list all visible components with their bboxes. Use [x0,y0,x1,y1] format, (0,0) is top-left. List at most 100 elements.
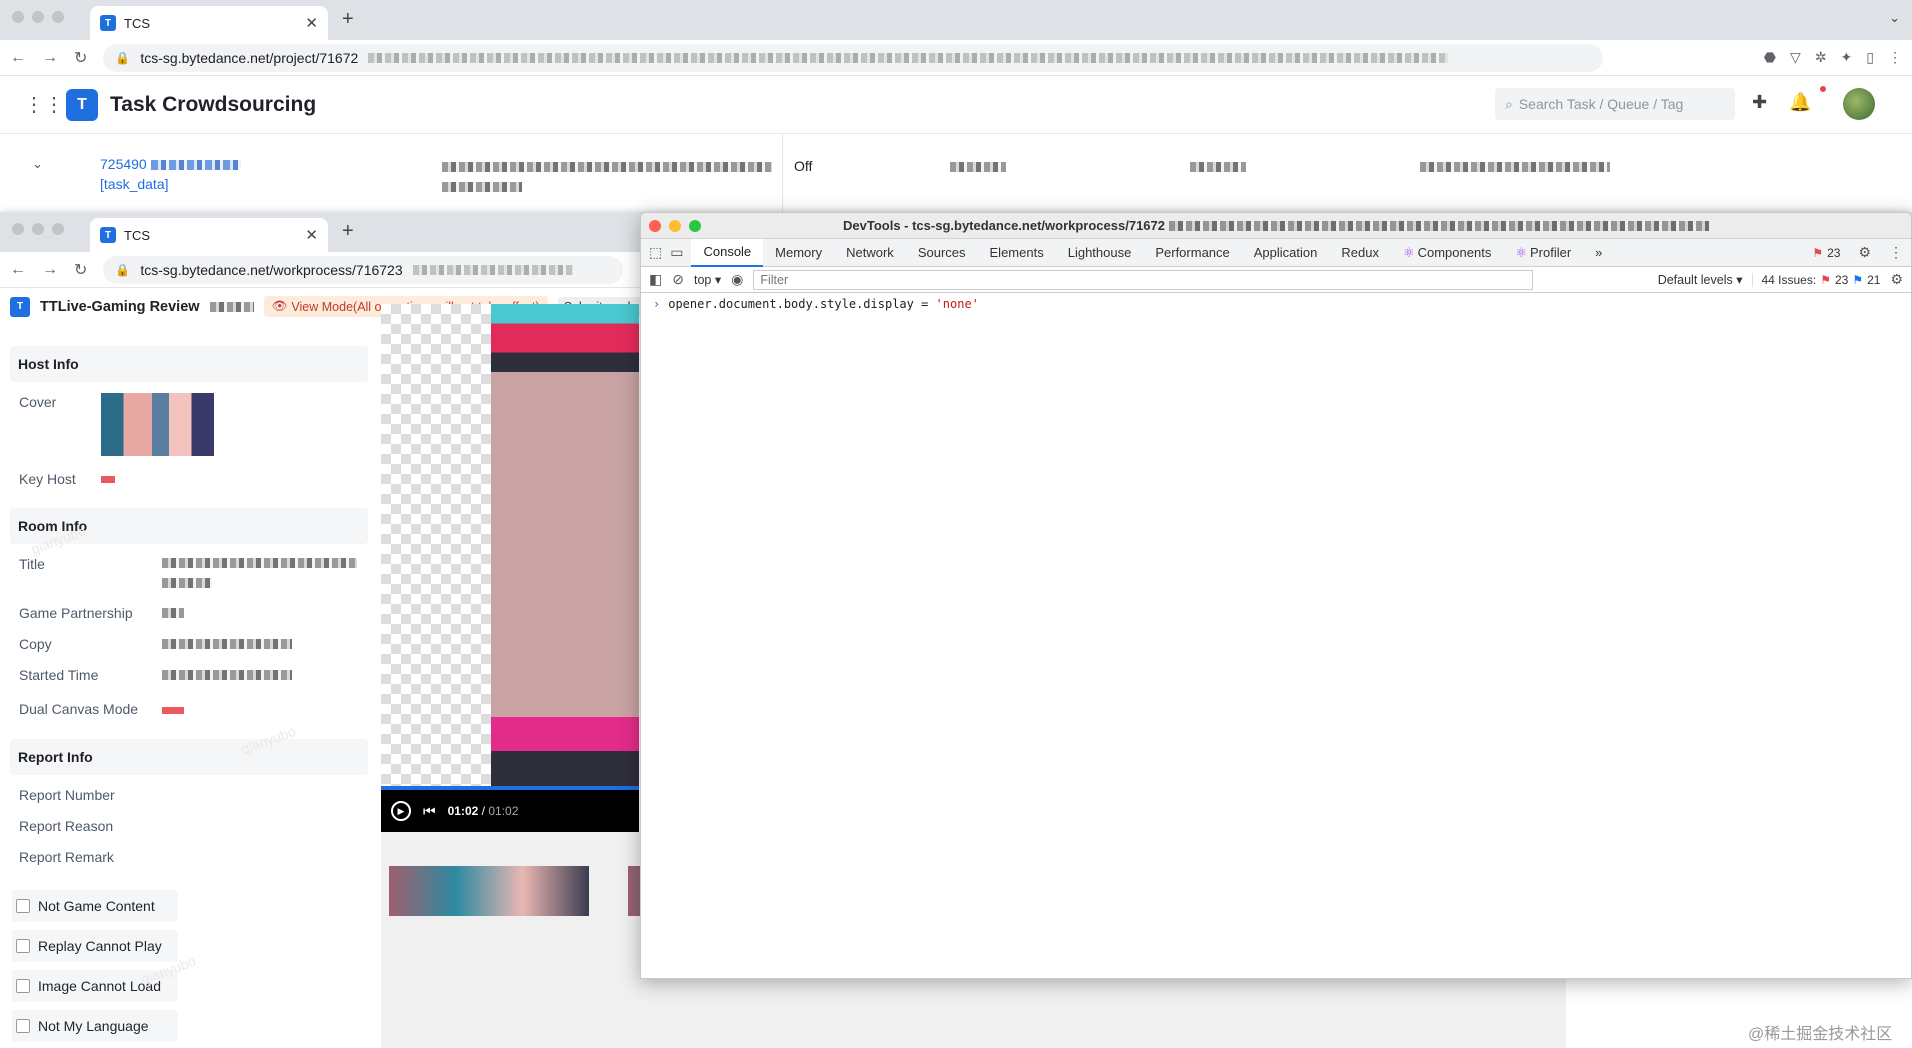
tab-memory[interactable]: Memory [763,239,834,267]
notification-dot [1820,86,1826,92]
devtools-title: DevTools - tcs-sg.bytedance.net/workproc… [843,218,1165,233]
search-input[interactable]: ⌕ Search Task / Queue / Tag [1495,88,1735,120]
footer-watermark: @稀土掘金技术社区 [1748,1026,1893,1043]
inspect-icon[interactable]: ⬚ [649,244,662,261]
console-toolbar: ◧ ⊘ top ▾ ◉ Filter Default levels ▾ 44 I… [641,267,1911,293]
extensions-area: ⬣ ▽ ✲ ✦ ▯ ⋮ [1764,49,1902,66]
checkbox-icon[interactable] [16,979,30,993]
new-tab-icon[interactable]: + [342,8,354,31]
sidebar-toggle-icon[interactable]: ◧ [649,271,662,288]
sidebar-icon[interactable]: ▯ [1866,49,1874,66]
app-title: Task Crowdsourcing [110,92,317,116]
more-tabs-icon[interactable]: » [1583,239,1614,267]
info-icon: ⚑ [1852,272,1864,287]
tab-components[interactable]: ⚛ Components [1391,239,1503,267]
task-id-link[interactable]: 725490 [100,156,241,172]
checkbox-replay-cannot-play[interactable]: Replay Cannot Play [12,930,178,962]
window-controls[interactable] [12,223,64,235]
key-host-value [101,476,115,483]
window-controls[interactable] [649,220,701,232]
close-tab-icon[interactable]: ✕ [305,14,318,32]
gear-icon[interactable]: ⚙ [1890,271,1903,288]
tab-profiler[interactable]: ⚛ Profiler [1503,239,1583,267]
tab-title: TCS [124,227,150,243]
back-icon[interactable]: ← [10,261,26,279]
checkbox-icon[interactable] [16,899,30,913]
tab-performance[interactable]: Performance [1143,239,1241,267]
checkbox-icon[interactable] [16,939,30,953]
checkbox-icon[interactable] [16,1019,30,1033]
reload-icon[interactable]: ↻ [74,48,87,68]
devtools-window: DevTools - tcs-sg.bytedance.net/workproc… [640,212,1912,979]
checkbox-not-game-content[interactable]: Not Game Content [12,890,178,922]
tab-network[interactable]: Network [834,239,906,267]
puzzle-icon[interactable]: ✚ [1752,92,1767,113]
app-logo-icon: T [66,88,98,121]
video-player[interactable] [381,304,639,790]
copy-value [162,639,292,649]
log-levels-dropdown[interactable]: Default levels ▾ [1658,272,1743,287]
tab-sources[interactable]: Sources [906,239,978,267]
thumbnail[interactable] [389,866,589,916]
bell-icon[interactable]: 🔔 [1789,92,1811,113]
menu-icon[interactable]: ⋮ [1888,49,1902,66]
app-grid-icon[interactable]: ⋮⋮⋮ [24,92,84,117]
play-icon[interactable]: ▶ [391,801,411,821]
forward-icon[interactable]: → [42,261,58,279]
tab-lighthouse[interactable]: Lighthouse [1056,239,1144,267]
cover-image[interactable] [101,393,214,456]
avatar[interactable] [1843,88,1875,120]
task-data-link[interactable]: [task_data] [100,176,169,192]
address-bar[interactable]: 🔒 tcs-sg.bytedance.net/workprocess/71672… [103,255,624,284]
tab-application[interactable]: Application [1242,239,1330,267]
title-label: Title [19,556,45,572]
clear-console-icon[interactable]: ⊘ [672,271,684,288]
new-tab-icon[interactable]: + [342,220,354,243]
tab-bar: T TCS ✕ + ⌄ [0,0,1912,40]
column-divider [782,134,783,212]
report-number-label: Report Number [19,787,115,803]
dual-canvas-value [162,707,184,714]
kebab-menu-icon[interactable]: ⋮ [1889,244,1903,261]
window-controls[interactable] [12,11,64,23]
extension-icon[interactable]: ▽ [1790,49,1801,66]
report-info-header: Report Info [10,739,368,775]
device-toolbar-icon[interactable]: ▭ [670,244,683,261]
table-row: ⌄ 725490 [task_data] Off [0,134,1912,212]
browser-tab-tcs[interactable]: T TCS ✕ [90,218,328,252]
tab-elements[interactable]: Elements [978,239,1056,267]
checkbox-not-my-language[interactable]: Not My Language [12,1010,178,1042]
tab-search-icon[interactable]: ⌄ [1889,10,1900,26]
error-icon: ⚑ [1820,272,1831,287]
issues-button[interactable]: 44 Issues: ⚑ 23 ⚑ 21 [1752,272,1880,287]
blurred-cell [1420,158,1610,173]
game-partnership-value [162,608,184,618]
title-value [162,578,212,588]
search-icon: ⌕ [1505,95,1513,112]
close-tab-icon[interactable]: ✕ [305,226,318,244]
reload-icon[interactable]: ↻ [74,260,87,280]
address-bar[interactable]: 🔒 tcs-sg.bytedance.net/project/71672 [103,43,1604,72]
blurred-cell [1190,158,1246,173]
context-selector[interactable]: top ▾ [694,272,721,287]
puzzle-icon[interactable]: ✦ [1841,49,1853,66]
chevron-down-icon[interactable]: ⌄ [32,156,43,172]
extension-icon[interactable]: ⬣ [1764,49,1776,66]
header-icons: ✚ 🔔 [1752,92,1812,113]
console-input-line[interactable]: › opener.document.body.style.display = '… [641,293,1911,315]
blurred-cell [442,158,772,173]
lock-icon: 🔒 [115,50,131,65]
tab-console[interactable]: Console [691,238,764,267]
filter-input[interactable]: Filter [753,269,1534,290]
browser-tab-tcs[interactable]: T TCS ✕ [90,6,328,40]
extension-icon[interactable]: ✲ [1815,49,1827,66]
error-icon: ⚑ [1812,245,1824,260]
devtools-titlebar: DevTools - tcs-sg.bytedance.net/workproc… [641,213,1911,239]
error-count-badge[interactable]: ⚑ 23 [1812,246,1840,260]
forward-icon[interactable]: → [42,49,58,67]
gear-icon[interactable]: ⚙ [1858,244,1871,261]
skip-back-icon[interactable]: ⏮ [423,803,436,820]
back-icon[interactable]: ← [10,49,26,67]
tab-redux[interactable]: Redux [1329,239,1391,267]
eye-icon[interactable]: ◉ [731,271,743,288]
